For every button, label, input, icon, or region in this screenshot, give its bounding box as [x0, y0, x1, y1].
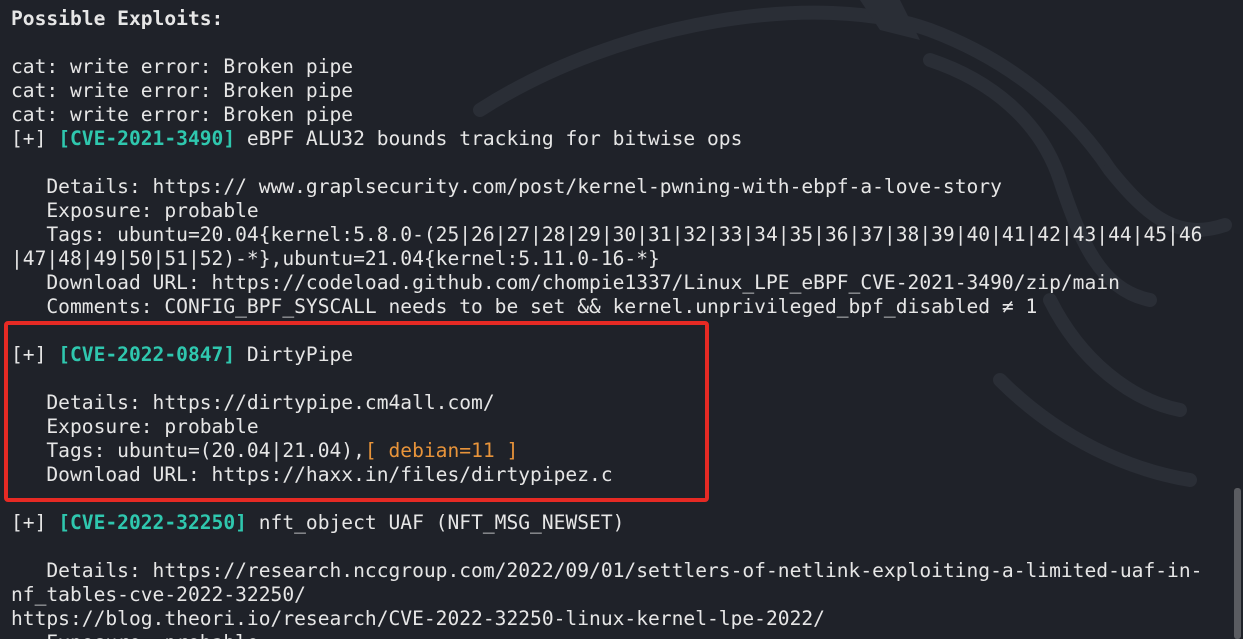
- exploit-download: Download URL: https://codeload.github.co…: [11, 271, 1120, 294]
- error-line: cat: write error: Broken pipe: [11, 103, 354, 126]
- exploit-tags: Tags: ubuntu=20.04{kernel:5.8.0-(25|26|2…: [11, 223, 1203, 246]
- exploit-tags-continued: |47|48|49|50|51|52)-*},ubuntu=21.04{kern…: [11, 247, 660, 270]
- exploit-title: eBPF ALU32 bounds tracking for bitwise o…: [235, 127, 743, 150]
- exploit-comments: Comments: CONFIG_BPF_SYSCALL needs to be…: [11, 295, 1038, 318]
- exploit-header: [+] [CVE-2021-3490] eBPF ALU32 bounds tr…: [11, 127, 1236, 151]
- exploit-details-continued: nf_tables-cve-2022-32250/: [11, 583, 306, 606]
- cve-id: [CVE-2021-3490]: [58, 127, 236, 150]
- scrollbar-thumb[interactable]: [1234, 488, 1241, 639]
- exploit-prefix: [+]: [11, 511, 59, 534]
- error-line: cat: write error: Broken pipe: [11, 55, 354, 78]
- exploit-exposure: Exposure: probable: [11, 631, 1236, 639]
- exploit-prefix: [+]: [11, 127, 59, 150]
- section-heading: Possible Exploits:: [11, 7, 224, 30]
- exploit-details: Details: https://research.nccgroup.com/2…: [11, 559, 1203, 582]
- terminal-window[interactable]: Possible Exploits: cat: write error: Bro…: [0, 0, 1243, 639]
- cve-id: [CVE-2022-32250]: [58, 511, 247, 534]
- exploit-header: [+] [CVE-2022-32250] nft_object UAF (NFT…: [11, 511, 1236, 535]
- exploit-details: Details: https:// www.graplsecurity.com/…: [11, 175, 1002, 198]
- exploit-exposure: Exposure: probable: [11, 199, 259, 222]
- annotation-highlight-box: [4, 321, 709, 502]
- exploit-details-continued: https://blog.theori.io/research/CVE-2022…: [11, 607, 825, 630]
- error-line: cat: write error: Broken pipe: [11, 79, 354, 102]
- exploit-title: nft_object UAF (NFT_MSG_NEWSET): [246, 511, 625, 534]
